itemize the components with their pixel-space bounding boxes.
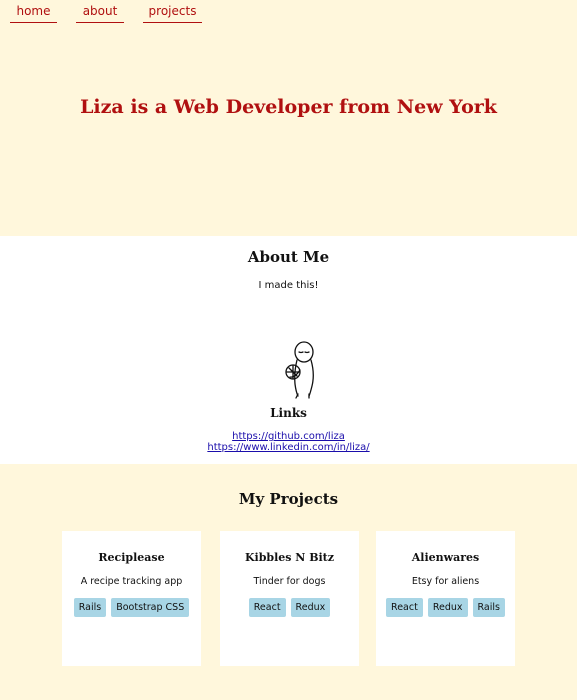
nav-home-link[interactable]: home: [10, 4, 57, 23]
about-section: About Me I made this! Links https://gith…: [0, 236, 577, 464]
tech-tag: Rails: [73, 598, 107, 617]
project-card-reciplease: Reciplease A recipe tracking app Rails B…: [62, 531, 201, 666]
projects-heading: My Projects: [238, 490, 339, 508]
project-name: Kibbles N Bitz: [244, 551, 334, 564]
about-heading: About Me: [247, 248, 330, 266]
stick-figure-holding-ball-icon: [285, 341, 314, 399]
tech-tag: React: [248, 598, 286, 617]
linkedin-link[interactable]: https://www.linkedin.com/in/liza/: [207, 442, 369, 453]
tech-tag: Rails: [472, 598, 505, 617]
project-description: A recipe tracking app: [80, 576, 183, 587]
project-card-alienwares: Alienwares Etsy for aliens React Redux R…: [376, 531, 515, 666]
about-bio: I made this!: [258, 280, 319, 291]
project-tags: React Redux Rails: [382, 598, 509, 617]
github-link[interactable]: https://github.com/liza: [232, 431, 345, 442]
linkedin-link-row: https://www.linkedin.com/in/liza/: [0, 442, 577, 453]
project-description: Etsy for aliens: [411, 576, 480, 587]
hero-title: Liza is a Web Developer from New York: [80, 96, 497, 118]
nav-projects-link[interactable]: projects: [143, 4, 202, 23]
tech-tag: React: [386, 598, 423, 617]
project-name: Reciplease: [98, 551, 165, 564]
project-description: Tinder for dogs: [253, 576, 326, 587]
project-tags: Rails Bootstrap CSS: [68, 598, 195, 617]
hero-section: Liza is a Web Developer from New York: [0, 28, 577, 236]
top-nav: home about projects: [0, 0, 577, 28]
links-heading: Links: [270, 406, 307, 420]
tech-tag: Redux: [427, 598, 468, 617]
nav-about-link[interactable]: about: [76, 4, 124, 23]
project-name: Alienwares: [411, 551, 480, 564]
tech-tag: Redux: [290, 598, 331, 617]
github-link-row: https://github.com/liza: [0, 431, 577, 442]
project-tags: React Redux: [226, 598, 353, 617]
tech-tag: Bootstrap CSS: [111, 598, 190, 617]
projects-section: My Projects Reciplease A recipe tracking…: [0, 464, 577, 700]
project-card-kibbles-n-bitz: Kibbles N Bitz Tinder for dogs React Red…: [220, 531, 359, 666]
